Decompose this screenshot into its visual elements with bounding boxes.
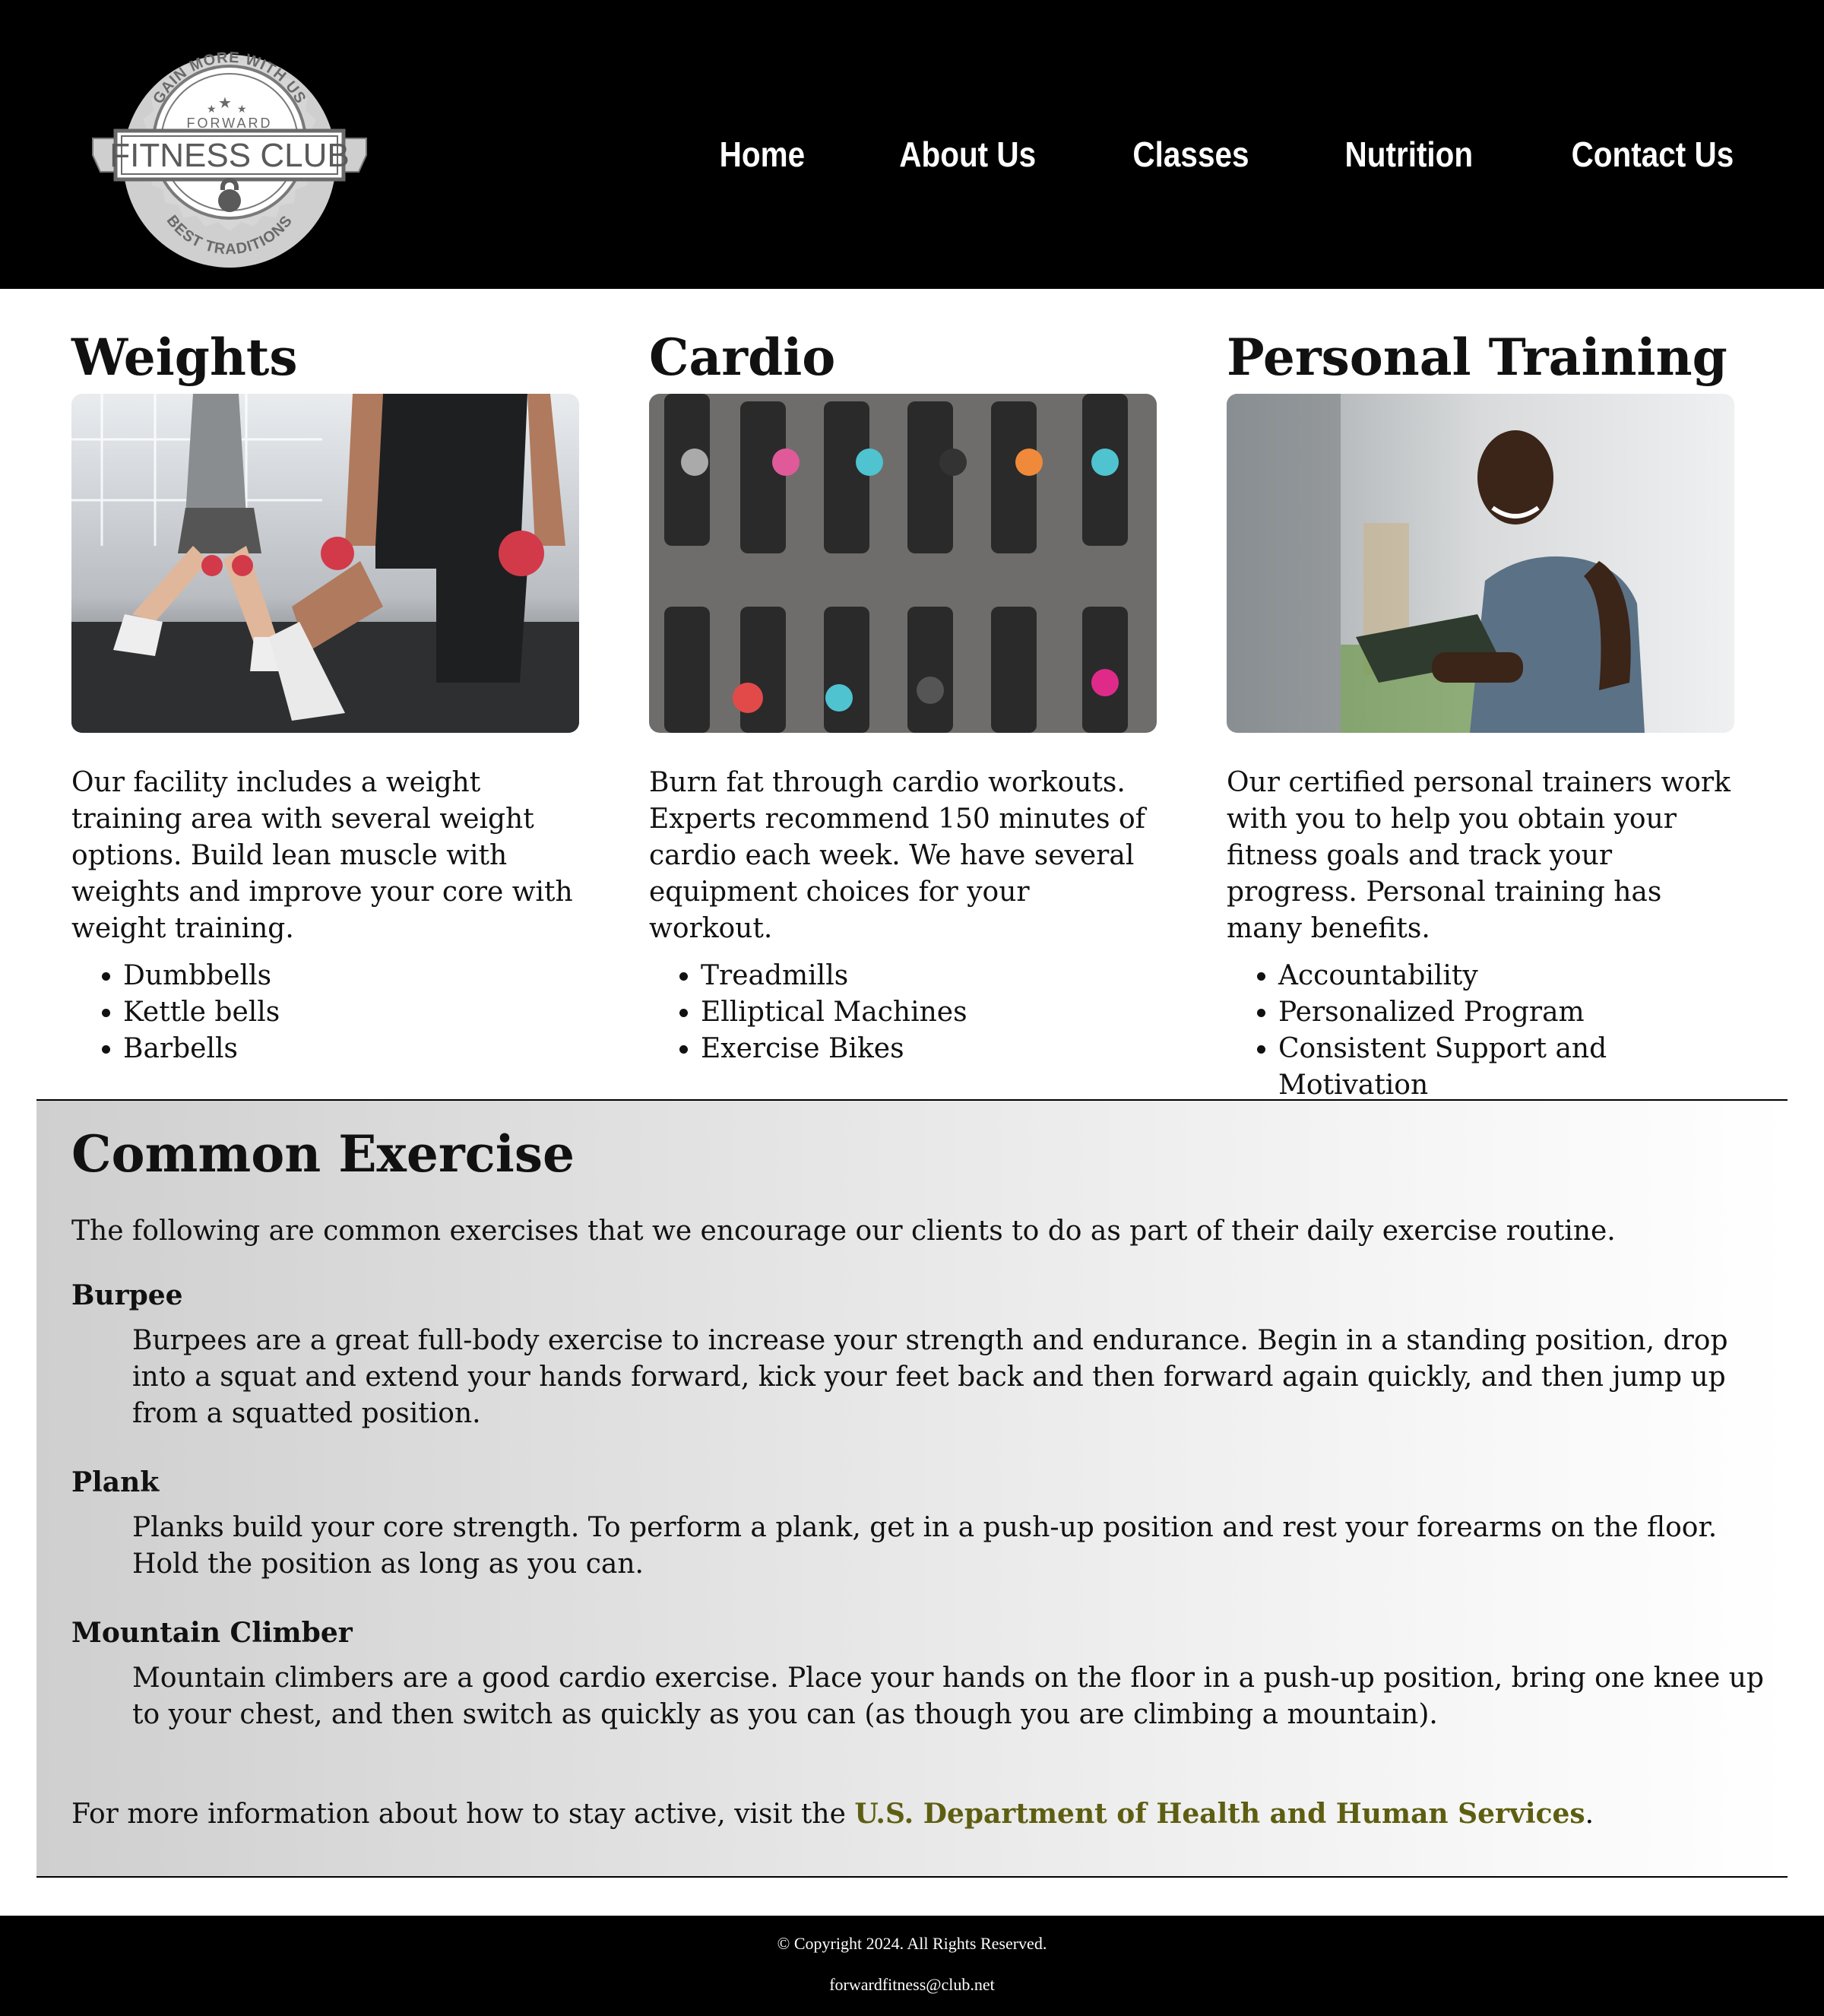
main-nav: Home About Us Classes Nutrition Contact … <box>714 134 1745 175</box>
personal-training-description: Our certified personal trainers work wit… <box>1227 767 1731 944</box>
exercise-term-burpee: Burpee <box>71 1279 183 1311</box>
site-header: GAIN MORE WITH US ★ ★ ★ FORWARD FITNESS … <box>0 0 1824 289</box>
list-item: Exercise Bikes <box>701 1031 1157 1067</box>
nav-nutrition-link[interactable]: Nutrition <box>1344 134 1473 175</box>
exercise-description-plank: Planks build your core strength. To perf… <box>132 1512 1718 1580</box>
logo-small-text: FORWARD <box>187 116 273 131</box>
exercise-description-burpee: Burpees are a great full-body exercise t… <box>132 1325 1728 1429</box>
hhs-link[interactable]: U.S. Department of Health and Human Serv… <box>854 1798 1585 1830</box>
weights-list: Dumbbells Kettle bells Barbells <box>71 958 579 1067</box>
nav-home-link[interactable]: Home <box>720 134 805 175</box>
fitness-club-logo[interactable]: GAIN MORE WITH US ★ ★ ★ FORWARD FITNESS … <box>85 49 374 274</box>
nav-contact-link[interactable]: Contact Us <box>1572 134 1734 175</box>
logo-banner-text: FITNESS CLUB <box>109 137 349 174</box>
exercise-description-mountain-climber: Mountain climbers are a good cardio exer… <box>132 1663 1764 1730</box>
common-exercise-intro: The following are common exercises that … <box>71 1216 1616 1247</box>
nav-classes-link[interactable]: Classes <box>1132 134 1249 175</box>
features-section: Weights Our facility includes a weight t… <box>0 289 1824 1101</box>
nav-about-link[interactable]: About Us <box>899 134 1036 175</box>
weights-heading: Weights <box>71 328 298 387</box>
cardio-description: Burn fat through cardio workouts. Expert… <box>649 767 1145 944</box>
weights-description: Our facility includes a weight training … <box>71 767 573 944</box>
personal-training-heading: Personal Training <box>1227 328 1727 387</box>
cardio-image <box>649 394 1157 733</box>
list-item: Personalized Program <box>1278 994 1734 1031</box>
cardio-list: Treadmills Elliptical Machines Exercise … <box>649 958 1157 1067</box>
exercise-term-plank: Plank <box>71 1466 160 1498</box>
exercise-term-mountain-climber: Mountain Climber <box>71 1617 353 1649</box>
common-exercise-heading: Common Exercise <box>71 1124 575 1184</box>
list-item: Barbells <box>123 1031 579 1067</box>
list-item: Consistent Support and Motivation <box>1278 1031 1734 1104</box>
list-item: Kettle bells <box>123 994 579 1031</box>
personal-training-image <box>1227 394 1734 733</box>
svg-text:★: ★ <box>218 94 232 112</box>
list-item: Accountability <box>1278 958 1734 994</box>
personal-training-list: Accountability Personalized Program Cons… <box>1227 958 1734 1104</box>
list-item: Elliptical Machines <box>701 994 1157 1031</box>
footer-email: forwardfitness@club.net <box>829 1975 995 1994</box>
more-info-suffix: . <box>1585 1799 1594 1830</box>
more-info-prefix: For more information about how to stay a… <box>71 1799 855 1830</box>
cardio-heading: Cardio <box>649 328 836 387</box>
weights-image <box>71 394 579 733</box>
weights-column: Weights Our facility includes a weight t… <box>71 325 579 1067</box>
list-item: Dumbbells <box>123 958 579 994</box>
more-info-text: For more information about how to stay a… <box>71 1796 1594 1833</box>
list-item: Treadmills <box>701 958 1157 994</box>
copyright-text: © Copyright 2024. All Rights Reserved. <box>777 1934 1047 1953</box>
site-footer: © Copyright 2024. All Rights Reserved. f… <box>0 1916 1824 2016</box>
svg-text:★: ★ <box>207 103 217 116</box>
cardio-column: Cardio Burn fat through cardio workouts.… <box>649 325 1157 1067</box>
personal-training-column: Personal Training Our certified personal… <box>1227 325 1734 1104</box>
common-exercise-section: Common Exercise The following are common… <box>36 1099 1788 1878</box>
svg-text:★: ★ <box>237 103 247 116</box>
